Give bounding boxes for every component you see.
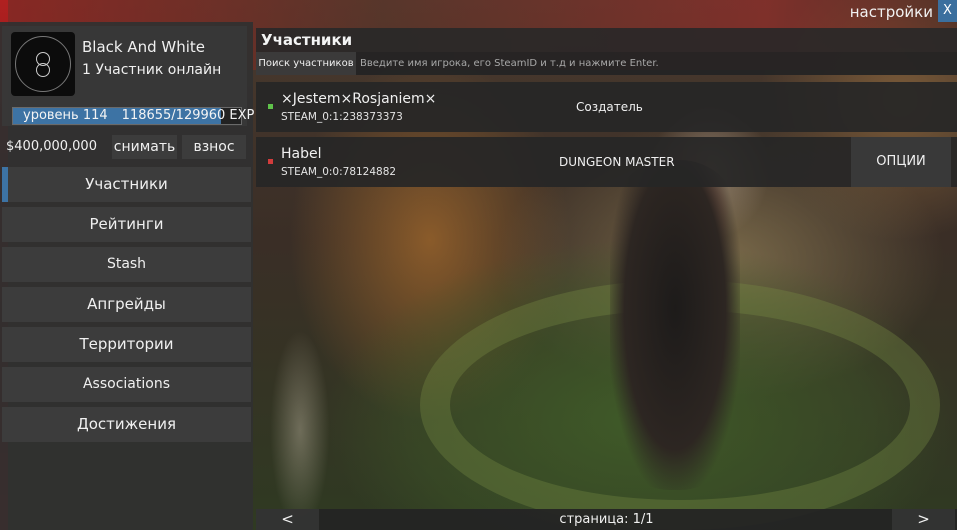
members-panel: Участники Поиск участников ×Jestem×Rosja… bbox=[256, 28, 957, 530]
nav-item-label: Рейтинги bbox=[89, 215, 164, 233]
nav-item-label: Территории bbox=[79, 335, 174, 353]
member-search-input[interactable] bbox=[358, 52, 955, 75]
level-progress-text: уровень 114 118655/129960 EXP bbox=[23, 108, 254, 124]
member-name: Habel bbox=[281, 146, 322, 162]
group-name: Black And White bbox=[82, 38, 206, 56]
pagination: < страница: 1/1 > bbox=[256, 509, 957, 530]
close-button[interactable]: X bbox=[938, 0, 957, 22]
nav-item-achievements[interactable]: Достижения bbox=[2, 407, 251, 442]
status-offline-icon bbox=[268, 159, 273, 164]
nav-item-upgrades[interactable]: Апгрейды bbox=[2, 287, 251, 322]
next-page-button[interactable]: > bbox=[892, 509, 955, 530]
settings-label[interactable]: настройки bbox=[850, 0, 933, 22]
group-avatar bbox=[11, 32, 75, 96]
nav-item-territories[interactable]: Территории bbox=[2, 327, 251, 362]
member-name: ×Jestem×Rosjaniem× bbox=[281, 91, 437, 107]
member-row[interactable]: ×Jestem×Rosjaniem× STEAM_0:1:238373373 С… bbox=[256, 82, 957, 132]
exp-label: 118655/129960 EXP bbox=[121, 108, 255, 123]
page-indicator: страница: 1/1 bbox=[559, 512, 654, 527]
status-online-icon bbox=[268, 104, 273, 109]
nav-item-label: Stash bbox=[106, 256, 147, 272]
member-search-bar: Поиск участников bbox=[256, 52, 957, 75]
search-label: Поиск участников bbox=[256, 52, 356, 75]
left-panel: Black And White 1 Участник онлайн уровен… bbox=[0, 22, 254, 530]
nav-item-associations[interactable]: Associations bbox=[2, 367, 251, 402]
member-row[interactable]: Habel STEAM_0:0:78124882 DUNGEON MASTER … bbox=[256, 137, 957, 187]
money-row: $400,000,000 снимать взнос bbox=[0, 135, 253, 161]
online-count: 1 Участник онлайн bbox=[82, 62, 222, 78]
group-profile-card: Black And White 1 Участник онлайн уровен… bbox=[2, 26, 254, 126]
active-nav-marker bbox=[2, 167, 8, 202]
member-role: Создатель bbox=[576, 100, 643, 114]
panel-title: Участники bbox=[256, 28, 957, 52]
nav-item-stash[interactable]: Stash bbox=[2, 247, 251, 282]
nav-item-label: Достижения bbox=[77, 415, 176, 433]
level-progress-bar: уровень 114 118655/129960 EXP bbox=[12, 107, 254, 125]
avatar-circle-bottom-icon bbox=[36, 63, 50, 77]
deposit-button[interactable]: взнос bbox=[182, 135, 246, 159]
member-steam-id: STEAM_0:1:238373373 bbox=[281, 111, 403, 123]
nav-item-ratings[interactable]: Рейтинги bbox=[2, 207, 251, 242]
bank-balance: $400,000,000 bbox=[6, 139, 97, 154]
nav-item-label: Associations bbox=[82, 376, 170, 392]
nav-item-members[interactable]: Участники bbox=[2, 167, 251, 202]
withdraw-button[interactable]: снимать bbox=[112, 135, 177, 159]
member-options-button[interactable]: ОПЦИИ bbox=[851, 137, 951, 187]
nav-item-label: Участники bbox=[85, 175, 168, 193]
level-label: уровень 114 bbox=[23, 108, 108, 123]
member-role: DUNGEON MASTER bbox=[559, 155, 675, 169]
nav-item-label: Апгрейды bbox=[87, 295, 166, 313]
member-steam-id: STEAM_0:0:78124882 bbox=[281, 166, 397, 178]
prev-page-button[interactable]: < bbox=[256, 509, 319, 530]
